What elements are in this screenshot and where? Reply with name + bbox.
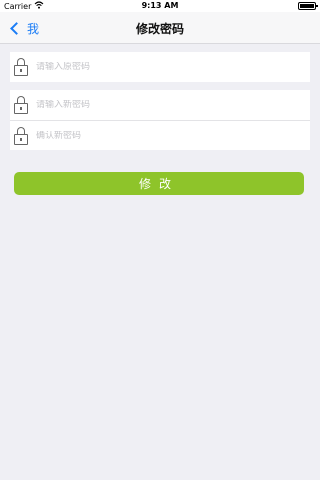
old-password-row xyxy=(10,52,310,82)
submit-label: 修改 xyxy=(138,177,179,191)
status-bar: Carrier 9:13 AM xyxy=(0,0,320,12)
lock-icon xyxy=(14,126,28,145)
lock-icon xyxy=(14,58,28,76)
old-password-group xyxy=(10,52,310,82)
lock-icon xyxy=(14,96,28,114)
status-time: 9:13 AM xyxy=(141,1,179,10)
page-title: 修改密码 xyxy=(135,22,184,36)
old-password-input[interactable] xyxy=(36,62,286,72)
battery-icon xyxy=(298,2,318,10)
confirm-password-input[interactable] xyxy=(36,130,286,141)
new-password-group xyxy=(10,90,310,150)
submit-button[interactable]: 修改 xyxy=(14,172,304,195)
new-password-row xyxy=(10,90,310,120)
new-password-input[interactable] xyxy=(36,100,286,110)
confirm-password-row xyxy=(10,120,310,150)
screen: Carrier 9:13 AM 我 修改密码 修改 xyxy=(0,0,320,480)
status-right xyxy=(298,2,318,10)
nav-bar: 我 修改密码 xyxy=(0,12,320,44)
